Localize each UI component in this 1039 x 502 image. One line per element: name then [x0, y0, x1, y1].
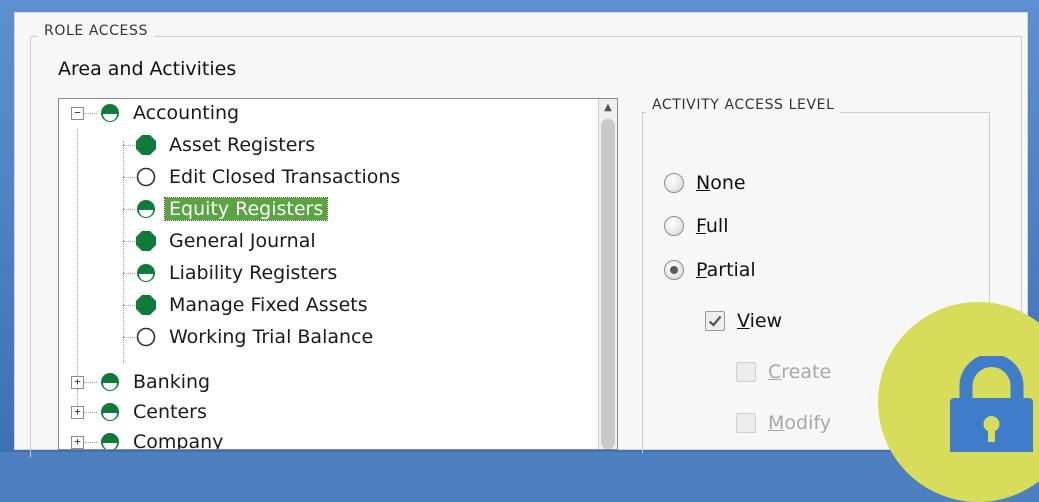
radio-full-control[interactable]	[664, 216, 684, 236]
partial-access-icon	[101, 104, 119, 122]
tree-node-label: Working Trial Balance	[169, 326, 374, 348]
tree-connector	[123, 141, 124, 363]
collapse-toggle-icon[interactable]: −	[71, 107, 84, 120]
activities-tree[interactable]: − Accounting Asset Registers Edit Closed…	[58, 98, 618, 450]
expand-toggle-icon[interactable]: +	[71, 376, 84, 389]
lock-icon	[950, 356, 1033, 452]
checkbox-create[interactable]: Create	[736, 361, 831, 383]
tree-node-company[interactable]: Company	[99, 427, 224, 450]
tree-node-accounting[interactable]: Accounting	[99, 99, 240, 128]
radio-full[interactable]: Full	[664, 215, 729, 237]
no-access-icon	[136, 167, 156, 187]
activity-access-legend: ACTIVITY ACCESS LEVEL	[646, 97, 841, 113]
checkbox-modify-label: Modify	[768, 412, 831, 434]
tree-node-label: Asset Registers	[169, 134, 316, 156]
radio-partial[interactable]: Partial	[664, 259, 756, 281]
role-access-legend: ROLE ACCESS	[38, 23, 154, 39]
checkbox-modify-control[interactable]	[736, 413, 756, 433]
partial-access-icon	[137, 264, 155, 282]
checkbox-view-label: View	[737, 310, 783, 332]
partial-access-icon	[101, 373, 119, 391]
tree-node-manage-fixed-assets[interactable]: Manage Fixed Assets	[135, 290, 368, 320]
radio-none[interactable]: None	[664, 172, 746, 194]
tree-node-edit-closed-transactions[interactable]: Edit Closed Transactions	[135, 162, 400, 192]
checkbox-view-control[interactable]	[705, 311, 725, 331]
radio-partial-label: Partial	[696, 259, 756, 281]
radio-none-label: None	[696, 172, 746, 194]
tree-connector	[123, 209, 135, 210]
tree-node-liability-registers[interactable]: Liability Registers	[135, 258, 337, 288]
tree-connector	[123, 305, 135, 306]
tree-connector	[83, 442, 97, 443]
partial-access-icon	[101, 403, 119, 421]
tree-node-label: Company	[133, 431, 224, 450]
tree-node-equity-registers[interactable]: Equity Registers	[135, 194, 329, 224]
checkmark-icon	[708, 315, 722, 327]
partial-access-icon	[137, 200, 155, 218]
full-access-icon	[136, 231, 156, 251]
tree-node-label: Manage Fixed Assets	[169, 294, 368, 316]
no-access-icon	[136, 327, 156, 347]
radio-partial-control[interactable]	[664, 260, 684, 280]
tree-node-label: Liability Registers	[169, 262, 338, 284]
radio-none-control[interactable]	[664, 173, 684, 193]
tree-connector	[77, 129, 78, 414]
tree-node-label: General Journal	[169, 230, 316, 252]
tree-node-label-selected: Equity Registers	[163, 197, 329, 221]
tree-connector	[123, 145, 135, 146]
full-access-icon	[136, 135, 156, 155]
tree-node-centers[interactable]: Centers	[99, 397, 207, 427]
tree-node-label: Centers	[133, 401, 207, 423]
partial-access-icon	[101, 433, 119, 449]
tree-connector	[83, 113, 97, 114]
tree-connector	[123, 273, 135, 274]
tree-connector	[123, 177, 135, 178]
checkbox-view[interactable]: View	[705, 310, 782, 332]
checkbox-create-label: Create	[768, 361, 832, 383]
tree-node-working-trial-balance[interactable]: Working Trial Balance	[135, 322, 373, 352]
tree-node-general-journal[interactable]: General Journal	[135, 226, 316, 256]
tree-scrollbar[interactable]: ▲	[598, 99, 617, 449]
scroll-thumb[interactable]	[601, 119, 615, 449]
scroll-up-arrow-icon[interactable]: ▲	[599, 99, 617, 117]
area-activities-label: Area and Activities	[58, 58, 237, 80]
tree-connector	[83, 382, 97, 383]
checkbox-create-control[interactable]	[736, 362, 756, 382]
tree-connector	[123, 241, 135, 242]
full-access-icon	[136, 295, 156, 315]
tree-node-label: Banking	[133, 371, 211, 393]
checkbox-modify[interactable]: Modify	[736, 412, 831, 434]
tree-node-label: Accounting	[133, 102, 240, 124]
tree-connector	[83, 412, 97, 413]
radio-full-label: Full	[696, 215, 729, 237]
expand-toggle-icon[interactable]: +	[71, 436, 84, 449]
tree-node-asset-registers[interactable]: Asset Registers	[135, 130, 315, 160]
expand-toggle-icon[interactable]: +	[71, 406, 84, 419]
tree-connector	[123, 337, 135, 338]
tree-node-banking[interactable]: Banking	[99, 367, 210, 397]
tree-node-label: Edit Closed Transactions	[169, 166, 401, 188]
